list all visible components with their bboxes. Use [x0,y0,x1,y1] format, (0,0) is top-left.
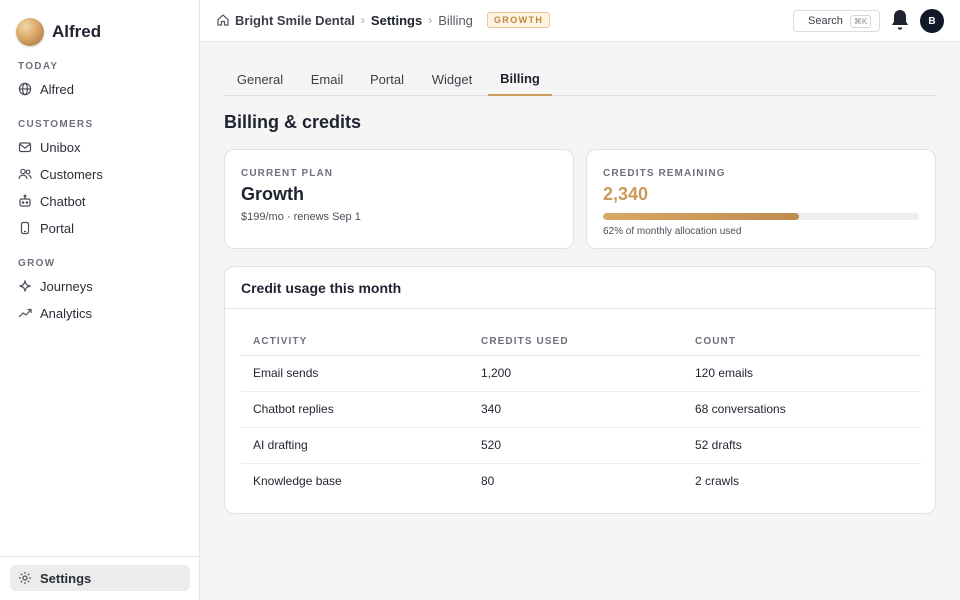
cell-activity: Chatbot replies [241,391,469,428]
sidebar-item-portal[interactable]: Portal [10,215,190,241]
chevron-right-icon: › [428,13,433,27]
trend-icon [18,306,32,320]
plan-caption: CURRENT PLAN [241,168,334,179]
bot-icon [18,194,32,208]
breadcrumb-billing: Billing [438,12,473,28]
current-plan-card: CURRENT PLAN Growth $199/mo · renews Sep… [224,149,574,249]
credit-usage-card: Credit usage this month ACTIVITY CREDITS… [224,266,936,514]
usage-table: ACTIVITY CREDITS USED COUNT Email sends … [241,329,921,499]
bell-icon[interactable] [890,8,910,32]
gear-icon [18,571,32,585]
sidebar: Alfred TODAY Alfred CUSTOMERS Unibox Cus… [0,0,200,600]
usage-title: Credit usage this month [225,267,935,309]
breadcrumb: Bright Smile Dental › Settings › Billing… [216,12,551,28]
table-row: Email sends 1,200 120 emails [241,355,921,392]
search-shortcut: ⌘K [849,14,872,28]
cell-activity: Knowledge base [253,474,342,489]
sidebar-item-chatbot[interactable]: Chatbot [10,188,190,214]
plan-details: $199/mo · renews Sep 1 [241,211,361,223]
section-label-grow: GROW [18,258,56,269]
users-icon [18,167,32,181]
table-header-row: ACTIVITY CREDITS USED COUNT [241,329,921,356]
tab-billing[interactable]: Billing [488,62,552,96]
brand-logo-icon [16,18,44,46]
search-label: Search [808,15,843,27]
sidebar-item-analytics[interactable]: Analytics [10,300,190,326]
sidebar-item-label: Unibox [40,139,81,155]
avatar[interactable]: B [920,9,944,33]
column-header-credits-used: CREDITS USED [469,329,683,356]
sidebar-item-customers[interactable]: Customers [10,161,190,187]
globe-icon [18,82,32,96]
plan-name: Growth [241,184,304,204]
page-title: Billing & credits [224,112,362,132]
phone-icon [18,221,32,235]
credits-progress-track [603,213,919,220]
cell-activity: AI drafting [241,427,469,464]
table-row: AI drafting 520 52 drafts [241,427,921,464]
inbox-icon [18,140,32,154]
search-button[interactable]: Search ⌘K [793,10,880,32]
sidebar-item-journeys[interactable]: Journeys [10,273,190,299]
home-icon[interactable] [216,13,230,27]
cell-credits-used: 340 [469,391,683,428]
sidebar-item-label: Journeys [40,278,93,294]
credits-value: 2,340 [603,184,649,204]
table-row: Knowledge base 80 2 crawls [241,463,921,499]
sidebar-item-label: Alfred [40,81,74,97]
section-label-customers: CUSTOMERS [18,119,94,130]
cell-count: 68 conversations [683,391,921,428]
column-header-count: COUNT [683,329,921,356]
tab-widget[interactable]: Widget [422,62,482,96]
section-label-today: TODAY [18,61,59,72]
column-header-activity: ACTIVITY [241,329,469,356]
credits-caption: CREDITS REMAINING [603,168,726,179]
credits-usage-note: 62% of monthly allocation used [603,226,742,237]
sidebar-item-label: Chatbot [40,193,86,209]
chevron-right-icon: › [360,13,365,27]
sparkle-icon [18,279,32,293]
sidebar-item-label: Analytics [40,305,93,321]
credits-remaining-card: CREDITS REMAINING 2,340 62% of monthly a… [586,149,936,249]
cell-credits-used: 80 [481,474,495,489]
table-row: Chatbot replies 340 68 conversations [241,391,921,428]
cell-credits-used: 1,200 [469,355,683,392]
sidebar-item-label: Settings [40,570,92,586]
cell-count: 52 drafts [683,427,921,464]
tab-portal[interactable]: Portal [360,62,414,96]
cell-count: 2 crawls [695,474,740,489]
settings-tabs: General Email Portal Widget Billing [224,62,936,96]
breadcrumb-settings[interactable]: Settings [371,13,422,28]
brand[interactable]: Alfred [16,18,101,46]
sidebar-item-alfred[interactable]: Alfred [10,76,190,102]
tab-email[interactable]: Email [302,62,352,96]
cell-activity: Email sends [241,355,469,392]
sidebar-item-unibox[interactable]: Unibox [10,134,190,160]
sidebar-divider [0,556,199,557]
tab-general[interactable]: General [224,62,296,96]
cell-count: 120 emails [683,355,921,392]
sidebar-item-label: Portal [40,220,74,236]
brand-name: Alfred [52,22,102,41]
breadcrumb-workspace[interactable]: Bright Smile Dental [235,13,355,28]
cell-credits-used: 520 [469,427,683,464]
plan-badge: GROWTH [486,12,551,28]
credits-progress-fill [603,213,799,220]
sidebar-item-settings[interactable]: Settings [10,565,190,591]
sidebar-item-label: Customers [40,166,103,182]
top-bar: Bright Smile Dental › Settings › Billing… [200,0,960,42]
